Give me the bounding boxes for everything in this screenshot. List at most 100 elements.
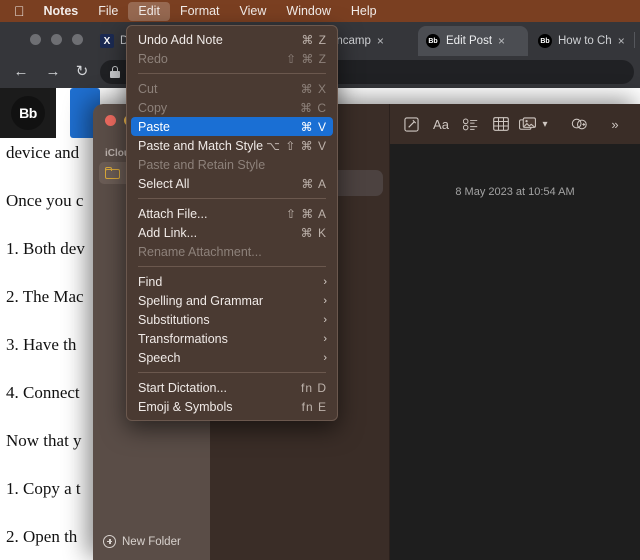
menu-item-paste-and-retain-style: Paste and Retain Style	[127, 155, 337, 174]
more-chevrons-icon[interactable]: »	[600, 111, 630, 137]
menu-item-label: Select All	[138, 176, 190, 191]
menubar-item-help[interactable]: Help	[341, 2, 387, 21]
menu-item-label: Spelling and Grammar	[138, 293, 264, 308]
menubar-item-window[interactable]: Window	[276, 2, 340, 21]
chevron-right-icon: ›	[323, 351, 327, 364]
menu-item-label: Rename Attachment...	[138, 244, 262, 259]
menubar-item-view[interactable]: View	[230, 2, 277, 21]
chevron-right-icon: ›	[323, 332, 327, 345]
plus-circle-icon	[103, 535, 116, 548]
menu-item-add-link[interactable]: Add Link... ⌘ K	[127, 223, 337, 242]
format-aa-icon[interactable]: Aa	[426, 111, 456, 137]
menu-item-shortcut: ⌘ A	[301, 176, 327, 191]
bb-logo-icon: Bb	[11, 96, 45, 130]
menu-separator	[138, 372, 326, 373]
menu-item-redo: Redo ⇧ ⌘ Z	[127, 49, 337, 68]
chevron-right-icon: ›	[323, 275, 327, 288]
bb-favicon: Bb	[426, 34, 440, 48]
menu-separator	[138, 198, 326, 199]
media-chevron-down-icon[interactable]: ▾	[538, 111, 552, 137]
apple-logo-icon[interactable]: 	[0, 3, 34, 19]
menu-item-label: Emoji & Symbols	[138, 399, 233, 414]
menubar-item-format[interactable]: Format	[170, 2, 230, 21]
menu-item-label: Paste and Match Style	[138, 138, 264, 153]
menu-item-shortcut: ⇧ ⌘ A	[285, 206, 327, 221]
menu-item-undo-add-note[interactable]: Undo Add Note ⌘ Z	[127, 30, 337, 49]
menu-item-label: Substitutions	[138, 312, 210, 327]
lock-icon	[110, 66, 120, 78]
menubar-item-notes[interactable]: Notes	[34, 2, 89, 21]
menu-item-speech[interactable]: Speech ›	[127, 348, 337, 367]
menu-item-label: Attach File...	[138, 206, 208, 221]
menu-item-shortcut: fn E	[301, 399, 327, 414]
menu-item-emoji-and-symbols[interactable]: Emoji & Symbols fn E	[127, 397, 337, 416]
notes-toolbar: Aa ▾ »	[390, 104, 640, 144]
note-editor[interactable]: 8 May 2023 at 10:54 AM	[390, 144, 640, 560]
menu-item-shortcut: ⌘ K	[300, 225, 327, 240]
checklist-icon[interactable]	[456, 111, 486, 137]
notes-close-button[interactable]	[105, 115, 116, 126]
menu-item-label: Undo Add Note	[138, 32, 223, 47]
reload-icon[interactable]: ↻	[73, 63, 91, 81]
new-folder-button[interactable]: New Folder	[103, 535, 181, 548]
forward-icon[interactable]: →	[44, 63, 62, 81]
menu-item-label: Paste	[138, 119, 170, 134]
menu-item-label: Copy	[138, 100, 168, 115]
menu-separator	[138, 266, 326, 267]
menu-item-shortcut: ⌘ C	[300, 100, 327, 115]
note-date: 8 May 2023 at 10:54 AM	[455, 186, 575, 198]
bb-favicon: Bb	[538, 34, 552, 48]
macos-menu-bar:  Notes File Edit Format View Window Hel…	[0, 0, 640, 22]
menu-item-shortcut: ⌥ ⇧ ⌘ V	[266, 138, 327, 153]
menu-item-cut: Cut ⌘ X	[127, 79, 337, 98]
browser-close-button[interactable]	[30, 34, 41, 45]
browser-traffic-lights[interactable]	[30, 34, 83, 45]
table-icon[interactable]	[486, 111, 516, 137]
chevron-right-icon: ›	[323, 294, 327, 307]
edit-dropdown-menu: Undo Add Note ⌘ Z Redo ⇧ ⌘ Z Cut ⌘ X Cop…	[126, 25, 338, 421]
browser-tab[interactable]: Bb How to Ch ×	[530, 26, 634, 56]
menu-item-label: Transformations	[138, 331, 228, 346]
menu-item-label: Cut	[138, 81, 158, 96]
browser-zoom-button[interactable]	[72, 34, 83, 45]
back-icon[interactable]: ←	[12, 63, 30, 81]
menu-item-spelling-and-grammar[interactable]: Spelling and Grammar ›	[127, 291, 337, 310]
menubar-item-file[interactable]: File	[88, 2, 128, 21]
menu-item-label: Paste and Retain Style	[138, 157, 266, 172]
menu-item-label: Speech	[138, 350, 181, 365]
tab-label: How to Ch	[558, 35, 612, 47]
compose-icon[interactable]	[396, 111, 426, 137]
browser-minimize-button[interactable]	[51, 34, 62, 45]
menubar-item-edit[interactable]: Edit	[128, 1, 170, 21]
menu-item-paste-and-match-style[interactable]: Paste and Match Style ⌥ ⇧ ⌘ V	[127, 136, 337, 155]
menu-item-shortcut: ⇧ ⌘ Z	[285, 51, 327, 66]
tab-close-icon[interactable]: ×	[618, 34, 625, 48]
menu-item-shortcut: ⌘ X	[300, 81, 327, 96]
menu-item-transformations[interactable]: Transformations ›	[127, 329, 337, 348]
menu-item-shortcut: fn D	[300, 380, 327, 395]
menu-separator	[138, 73, 326, 74]
menu-item-substitutions[interactable]: Substitutions ›	[127, 310, 337, 329]
tab-label: Edit Post	[446, 35, 493, 47]
folder-icon	[105, 167, 120, 179]
screen: Bb device and Once you c 1. Both dev 2. …	[0, 0, 640, 560]
tab-close-icon[interactable]: ×	[498, 34, 505, 48]
link-share-icon[interactable]	[564, 111, 594, 137]
menu-item-start-dictation[interactable]: Start Dictation... fn D	[127, 378, 337, 397]
menu-item-copy: Copy ⌘ C	[127, 98, 337, 117]
menu-item-label: Add Link...	[138, 225, 198, 240]
site-logo: Bb	[0, 88, 56, 138]
menu-item-find[interactable]: Find ›	[127, 272, 337, 291]
menu-item-shortcut: ⌘ V	[300, 119, 327, 134]
menu-item-select-all[interactable]: Select All ⌘ A	[127, 174, 337, 193]
browser-tab-active[interactable]: Bb Edit Post ×	[418, 26, 528, 56]
menu-item-attach-file[interactable]: Attach File... ⇧ ⌘ A	[127, 204, 337, 223]
menu-item-shortcut: ⌘ Z	[301, 32, 327, 47]
menu-item-label: Find	[138, 274, 163, 289]
tab-close-icon[interactable]: ×	[377, 34, 384, 48]
menu-item-label: Redo	[138, 51, 168, 66]
x-favicon: X	[100, 34, 114, 48]
menu-item-label: Start Dictation...	[138, 380, 227, 395]
menu-item-paste[interactable]: Paste ⌘ V	[131, 117, 333, 136]
media-icon[interactable]	[516, 111, 538, 137]
